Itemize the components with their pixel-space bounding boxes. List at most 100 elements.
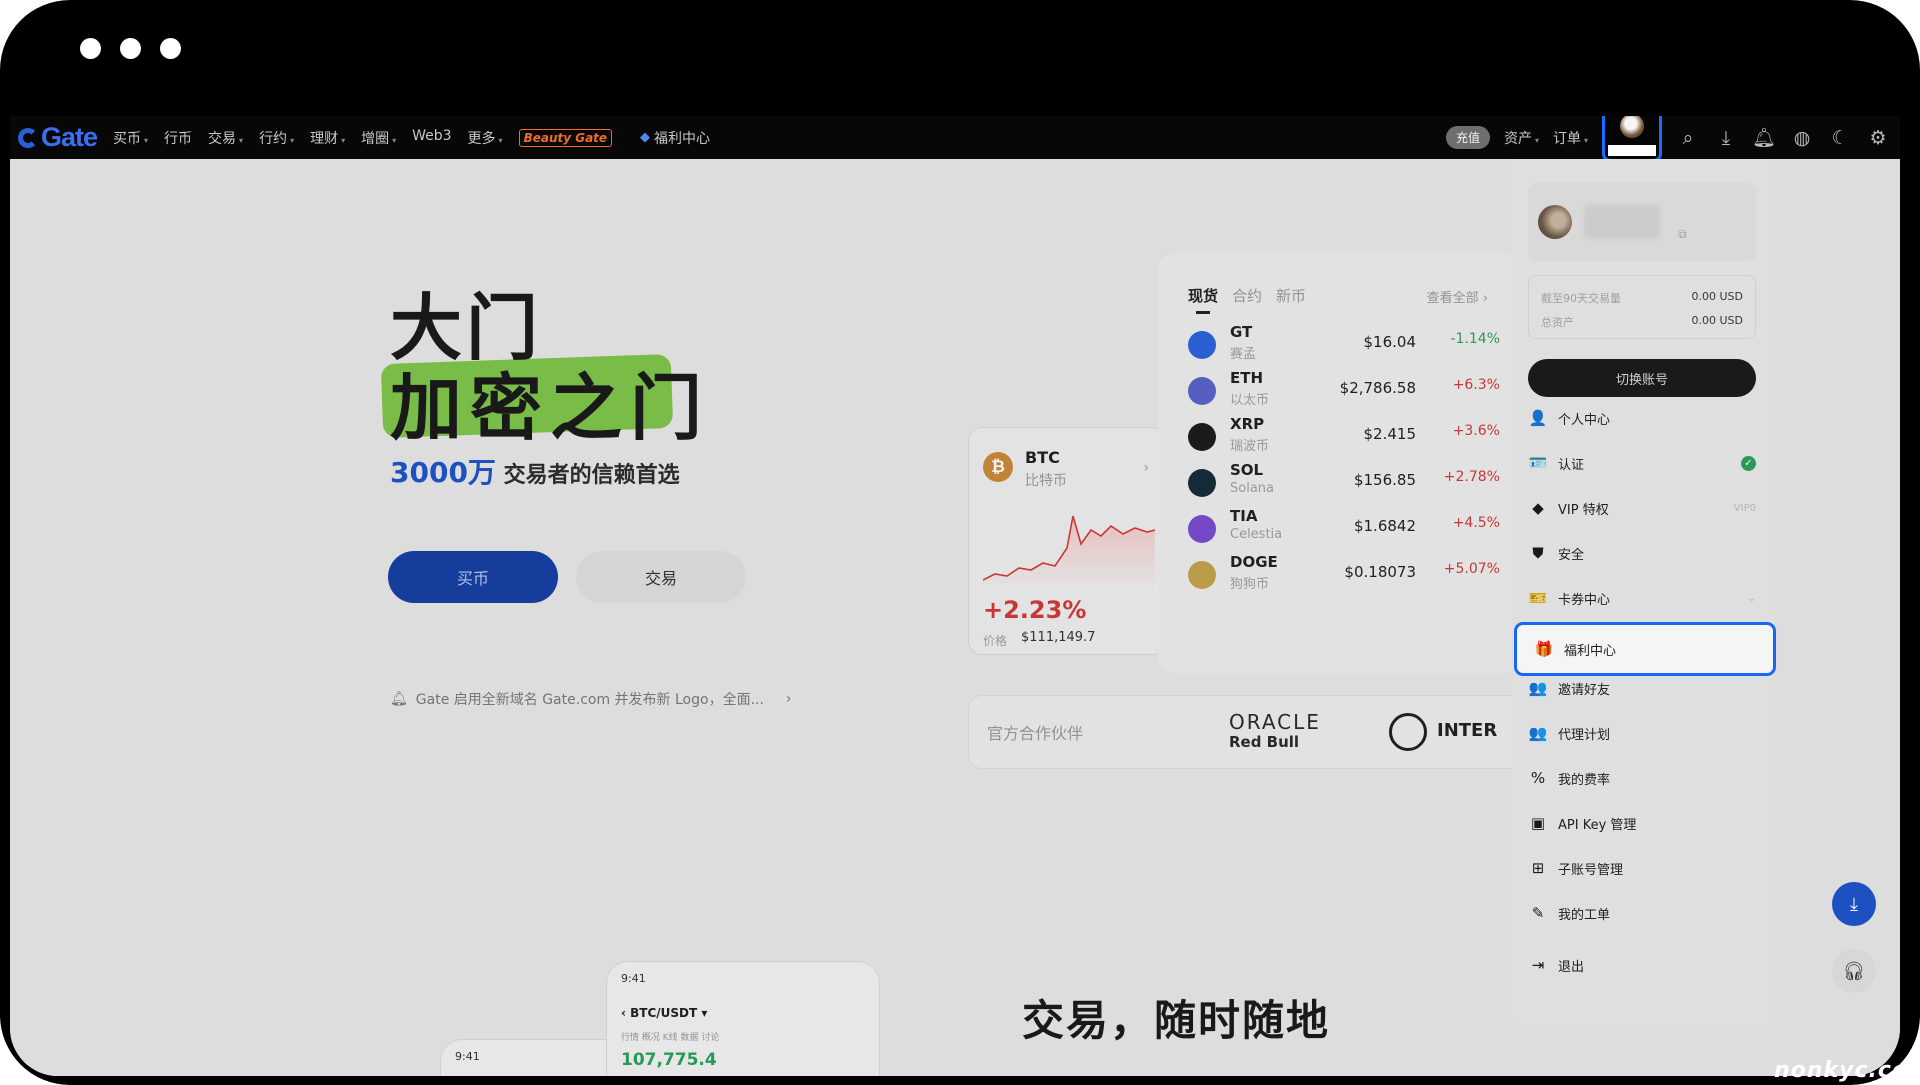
- oracle-text: ORACLE: [1229, 710, 1321, 734]
- copy-icon[interactable]: ⧉: [1678, 227, 1687, 242]
- nav-welfare-center[interactable]: ◆ 福利中心: [640, 128, 710, 148]
- oracle-redbull-logo: ORACLE Red Bull: [1229, 712, 1321, 752]
- switch-account-button[interactable]: 切换账号: [1528, 359, 1756, 397]
- market-row[interactable]: ETH 以太币 $2,786.58 +6.3%: [1188, 367, 1500, 417]
- menu-item-label: API Key 管理: [1558, 817, 1637, 833]
- nav-item-label: 增圈: [361, 130, 390, 147]
- btc-price-label: 价格: [983, 634, 1008, 648]
- menu-item[interactable]: ⊞ 子账号管理: [1528, 851, 1756, 885]
- nav-item[interactable]: 理财 ▾: [310, 128, 345, 148]
- coin-name: 狗狗币: [1230, 577, 1270, 592]
- market-row[interactable]: SOL Solana $156.85 +2.78%: [1188, 459, 1500, 509]
- view-all-label: 查看全部: [1426, 291, 1479, 306]
- download-fab[interactable]: ⤓: [1832, 882, 1876, 926]
- nav-item[interactable]: Web3: [412, 128, 451, 148]
- subaccount-icon: ⊞: [1531, 859, 1545, 877]
- buy-crypto-button[interactable]: 买币: [388, 551, 558, 603]
- market-row[interactable]: TIA Celestia $1.6842 +4.5%: [1188, 505, 1500, 555]
- btc-coin-icon: ₿: [983, 452, 1013, 482]
- download-icon[interactable]: ⤓: [1714, 127, 1738, 149]
- menu-item[interactable]: 👥 代理计划: [1528, 716, 1756, 750]
- support-fab[interactable]: 🎧︎: [1832, 949, 1876, 993]
- nav-item[interactable]: 买币 ▾: [113, 128, 148, 148]
- menu-item-label: 邀请好友: [1558, 682, 1611, 698]
- menu-item[interactable]: ⛊ 安全: [1528, 536, 1756, 570]
- btc-sparkline: [983, 515, 1155, 588]
- market-panel: 现货 合约 新币 查看全部 › GT 赛孟 $16.04 -1.14% ETH 以太币 $2…: [1158, 253, 1518, 673]
- announcement[interactable]: 🔔︎ Gate 启用全新域名 Gate.com 并发布新 Logo，全面... …: [390, 689, 792, 709]
- account-stats: 截至90天交易量 0.00 USD 总资产 0.00 USD: [1528, 275, 1756, 339]
- coin-change: +5.07%: [1443, 561, 1500, 577]
- btc-card[interactable]: ₿ BTC 比特币 › +2.23% 价格 $111,149.7: [968, 427, 1166, 655]
- page-content: 大门 加密之门 3000万 交易者的信赖首选 买币 交易 🔔︎ Gate 启用全…: [10, 159, 1900, 1076]
- nav-item[interactable]: 行约 ▾: [259, 128, 294, 148]
- percent-icon: %: [1530, 769, 1546, 787]
- assets-menu[interactable]: 资产 ▾: [1504, 128, 1539, 148]
- coin-change: +3.6%: [1452, 423, 1500, 439]
- tab-new-coins[interactable]: 新币: [1276, 285, 1306, 306]
- market-row[interactable]: GT 赛孟 $16.04 -1.14%: [1188, 321, 1500, 371]
- tab-futures[interactable]: 合约: [1232, 285, 1262, 306]
- menu-item-label: 代理计划: [1558, 727, 1611, 743]
- nav-item[interactable]: 行币: [164, 128, 192, 148]
- orders-label: 订单: [1552, 130, 1581, 147]
- view-all-link[interactable]: 查看全部 ›: [1427, 287, 1488, 306]
- deposit-button[interactable]: 充值: [1445, 126, 1490, 149]
- api-icon: ▣: [1530, 814, 1546, 832]
- market-row[interactable]: XRP 瑞波币 $2.415 +3.6%: [1188, 413, 1500, 463]
- watermark: nonkyc.cc: [1774, 1058, 1906, 1083]
- menu-item-label: 子账号管理: [1558, 862, 1624, 878]
- moon-icon[interactable]: ☾: [1828, 127, 1852, 149]
- chevron-down-icon: ▾: [290, 135, 295, 145]
- menu-item[interactable]: ⇥ 退出: [1528, 948, 1756, 982]
- phone-price: 107,775.4: [621, 1050, 717, 1070]
- menu-item[interactable]: 🎫 卡券中心 ⌄: [1528, 581, 1756, 615]
- menu-item-label: 个人中心: [1558, 412, 1611, 428]
- phone-mockup: 9:41 ‹ BTC/USDT ▾ 行情 概况 K线 数据 讨论 107,775…: [606, 961, 880, 1076]
- gate-logo[interactable]: Gate: [18, 122, 98, 153]
- bell-icon: 🔔︎: [390, 691, 408, 707]
- coin-name: 赛孟: [1230, 347, 1257, 362]
- orders-menu[interactable]: 订单 ▾: [1553, 128, 1588, 148]
- gem-icon: ◆: [640, 130, 651, 145]
- menu-item[interactable]: ✎ 我的工单: [1528, 896, 1756, 930]
- gate-logo-icon: [18, 127, 38, 148]
- coin-icon: [1188, 469, 1216, 497]
- btc-change: +2.23%: [983, 596, 1087, 624]
- avatar: [1538, 205, 1572, 239]
- menu-item[interactable]: ◆ VIP 特权 VIP0: [1528, 491, 1756, 525]
- menu-item[interactable]: 🎁 福利中心: [1514, 622, 1776, 676]
- profile-summary[interactable]: ⧉: [1528, 183, 1756, 261]
- logo-text: Gate: [41, 122, 98, 152]
- market-row[interactable]: DOGE 狗狗币 $0.18073 +5.07%: [1188, 551, 1500, 601]
- menu-item[interactable]: 👥 邀请好友: [1528, 671, 1756, 705]
- coin-icon: [1188, 377, 1216, 405]
- announcement-text: Gate 启用全新域名 Gate.com 并发布新 Logo，全面...: [415, 692, 764, 708]
- person-icon: 👤: [1528, 409, 1548, 427]
- nav-item[interactable]: 更多 ▾: [468, 128, 503, 148]
- nav-item[interactable]: 交易 ▾: [208, 128, 243, 148]
- ticket-edit-icon: ✎: [1531, 904, 1545, 922]
- gear-icon[interactable]: ⚙: [1866, 127, 1890, 149]
- nav-item-label: 行约: [259, 130, 288, 147]
- avatar-button[interactable]: [1602, 116, 1662, 162]
- bell-icon[interactable]: 🔔︎: [1752, 126, 1776, 149]
- coin-change: +2.78%: [1443, 469, 1500, 485]
- welfare-label: 福利中心: [654, 130, 711, 147]
- menu-item[interactable]: 👤 个人中心: [1528, 401, 1756, 435]
- search-icon[interactable]: ⌕: [1676, 127, 1700, 149]
- chevron-right-icon: ›: [785, 691, 792, 707]
- nav-item[interactable]: 增圈 ▾: [361, 128, 396, 148]
- stat-label: 截至90天交易量: [1541, 292, 1621, 305]
- globe-icon[interactable]: ◍: [1790, 127, 1814, 149]
- promo-badge[interactable]: Beauty Gate: [518, 128, 613, 147]
- menu-item-label: 我的工单: [1558, 907, 1611, 923]
- coin-symbol: ETH: [1230, 369, 1264, 387]
- menu-item[interactable]: ▣ API Key 管理: [1528, 806, 1756, 840]
- avatar: [1620, 116, 1644, 138]
- menu-item[interactable]: 🪪 认证 ✓: [1528, 446, 1756, 480]
- trade-button[interactable]: 交易: [576, 551, 746, 603]
- tab-spot[interactable]: 现货: [1188, 285, 1218, 314]
- menu-item[interactable]: % 我的费率: [1528, 761, 1756, 795]
- coin-price: $156.85: [1353, 471, 1416, 489]
